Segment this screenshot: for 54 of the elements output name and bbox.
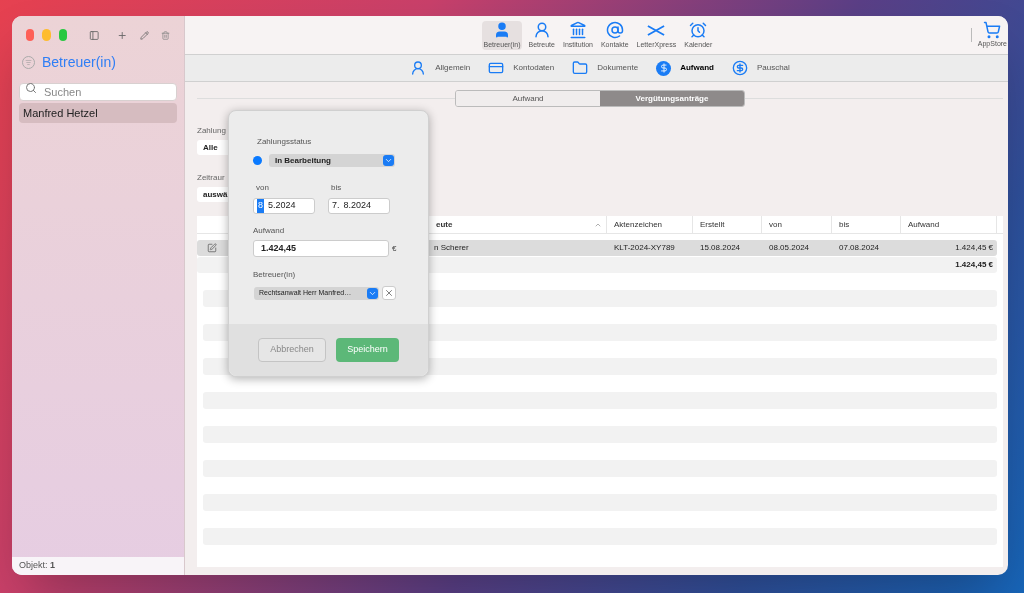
table-cell-text: 15.08.2024 [699, 242, 742, 254]
field-label: Aufwand [253, 225, 286, 237]
bank-icon [568, 21, 587, 39]
column-header[interactable]: bis [832, 216, 901, 233]
minimize-icon[interactable] [42, 29, 51, 41]
clear-button[interactable] [382, 286, 396, 300]
crossed-lines-icon [647, 24, 666, 36]
edit-icon[interactable] [207, 243, 217, 253]
tab[interactable]: Kontodaten [488, 60, 555, 76]
column-header[interactable]: Aufwand [901, 216, 997, 233]
table-cell-text: 1.424,45 € [954, 242, 994, 254]
status-text: Objekt: 1 [19, 559, 56, 573]
currency-label: € [392, 242, 397, 255]
column-header[interactable]: von [762, 216, 832, 233]
field-label: Betreuer(in) [253, 269, 297, 281]
dollar-circle-icon [731, 60, 748, 76]
table-cell-text: 08.05.2024 [768, 242, 811, 254]
close-icon[interactable] [26, 29, 35, 41]
person-icon [493, 21, 511, 39]
tab[interactable]: Pauschal [731, 60, 790, 76]
edit-icon[interactable] [139, 28, 149, 42]
date-field[interactable]: 8 5.2024 [253, 198, 315, 214]
cart-icon [983, 20, 1002, 39]
at-sign-icon [605, 21, 624, 39]
tab[interactable]: Allgemein [410, 60, 471, 76]
field-label: von [255, 182, 270, 194]
chevron-icon [384, 156, 393, 165]
tab[interactable]: Dokumente [572, 60, 639, 76]
card-icon [488, 60, 505, 76]
sidebar-item[interactable]: Manfred Hetzel [19, 103, 177, 123]
column-header[interactable]: Erstellt [693, 216, 762, 233]
person-icon [410, 60, 427, 76]
table-cell-text: 07.08.2024 [838, 242, 881, 254]
folder-icon [572, 60, 589, 76]
status-dropdown[interactable]: In Bearbeitung [269, 154, 395, 167]
date-field[interactable]: 7. 8.2024 [328, 198, 390, 214]
person-icon [532, 21, 551, 39]
sidebar-title: Betreuer(in) [42, 52, 116, 72]
tab[interactable]: Aufwand [656, 60, 714, 76]
filter-label: Zahlung [197, 125, 227, 137]
alarm-clock-icon [689, 21, 708, 39]
field-label: bis [330, 182, 343, 194]
search-field[interactable]: Suchen [19, 83, 177, 101]
zoom-icon[interactable] [58, 29, 68, 41]
search-icon [25, 82, 37, 94]
amount-field[interactable]: 1.424,45 [253, 240, 389, 257]
close-icon [384, 288, 394, 298]
delete-icon[interactable] [160, 28, 170, 42]
table-cell-text: KLT-2024-XY789 [613, 242, 676, 254]
column-header[interactable]: Aktenzeichen [607, 216, 693, 233]
total-cell: 1.424,45 € [955, 259, 993, 271]
field-label: Zahlungsstatus [257, 136, 313, 148]
filter-label: Zeitraur [197, 172, 226, 184]
table-cell: n Scherer [434, 243, 469, 252]
